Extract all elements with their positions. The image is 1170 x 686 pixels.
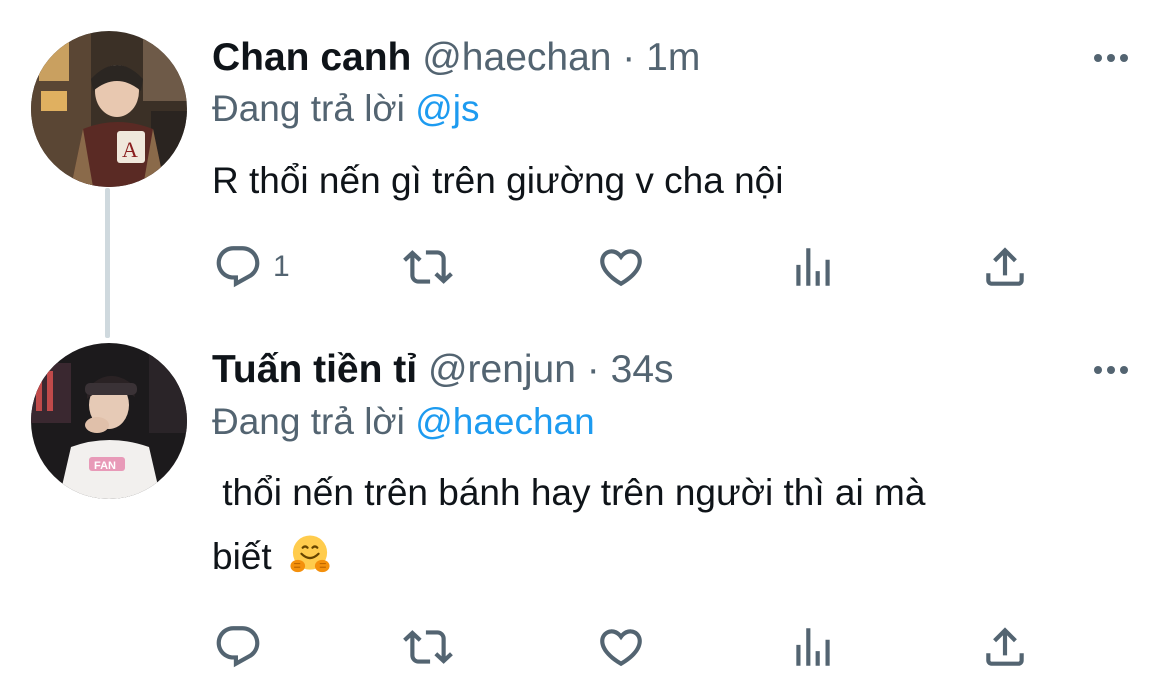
more-dot: [1120, 366, 1128, 374]
share-button[interactable]: [980, 242, 1030, 292]
display-name[interactable]: Tuấn tiền tỉ: [212, 348, 417, 391]
reply-icon: [216, 626, 260, 668]
svg-text:A: A: [122, 137, 138, 162]
analytics-icon: [796, 248, 830, 286]
tweet-header: Tuấn tiền tỉ @renjun · 34s: [212, 346, 674, 394]
retweet-button[interactable]: [403, 622, 453, 672]
svg-text:FAN: FAN: [94, 460, 116, 472]
replying-to-label: Đang trả lời: [212, 401, 405, 442]
tweet-action-bar: 1: [0, 242, 1170, 298]
tweet-text-line-2-text: biết: [212, 536, 272, 577]
like-button[interactable]: [596, 622, 646, 672]
user-handle[interactable]: @renjun: [428, 348, 576, 391]
avatar-renjun[interactable]: FAN: [31, 343, 187, 499]
tweet-header: Chan canh @haechan · 1m: [212, 34, 700, 82]
share-icon: [986, 247, 1024, 286]
avatar-haechan[interactable]: A: [31, 31, 187, 187]
more-icon[interactable]: [1094, 54, 1128, 62]
analytics-icon: [796, 628, 830, 666]
analytics-button[interactable]: [788, 622, 838, 672]
user-handle[interactable]: @haechan: [422, 36, 611, 79]
more-dot: [1107, 366, 1115, 374]
like-icon: [600, 249, 642, 287]
retweet-button[interactable]: [403, 242, 453, 292]
tweet-text-line-1: thổi nến trên bánh hay trên người thì ai…: [212, 472, 926, 513]
tweet-text-line-2: biết: [212, 525, 1112, 589]
retweet-icon: [403, 630, 453, 664]
tweet-action-bar: [0, 622, 1170, 678]
like-icon: [600, 629, 642, 667]
more-dot: [1107, 54, 1115, 62]
replying-to-line: Đang trả lời @haechan: [212, 399, 595, 445]
tweet-timestamp[interactable]: 1m: [646, 36, 700, 79]
separator-dot: ·: [586, 348, 600, 391]
display-name[interactable]: Chan canh: [212, 36, 411, 79]
more-icon[interactable]: [1094, 366, 1128, 374]
reply-icon: [216, 246, 260, 288]
avatar-photo-renjun: FAN: [31, 343, 187, 499]
reply-button[interactable]: [213, 622, 273, 672]
reply-count: 1: [273, 250, 290, 283]
avatar-photo-haechan: A: [31, 31, 187, 187]
retweet-icon: [403, 250, 453, 284]
more-dot: [1094, 366, 1102, 374]
share-icon: [986, 627, 1024, 666]
tweet-text: R thổi nến gì trên giường v cha nội: [212, 160, 784, 201]
share-button[interactable]: [980, 622, 1030, 672]
tweet-timestamp[interactable]: 34s: [611, 348, 674, 391]
hugging-face-emoji: [290, 535, 330, 573]
replying-to-label: Đang trả lời: [212, 88, 405, 129]
more-dot: [1120, 54, 1128, 62]
separator-dot: ·: [622, 36, 636, 79]
analytics-button[interactable]: [788, 242, 838, 292]
replying-to-mention[interactable]: @haechan: [415, 401, 595, 442]
replying-to-mention[interactable]: @js: [415, 88, 479, 129]
tweet-text: thổi nến trên bánh hay trên người thì ai…: [212, 461, 1112, 589]
more-dot: [1094, 54, 1102, 62]
like-button[interactable]: [596, 242, 646, 292]
reply-button[interactable]: 1: [213, 242, 290, 292]
replying-to-line: Đang trả lời @js: [212, 86, 479, 132]
